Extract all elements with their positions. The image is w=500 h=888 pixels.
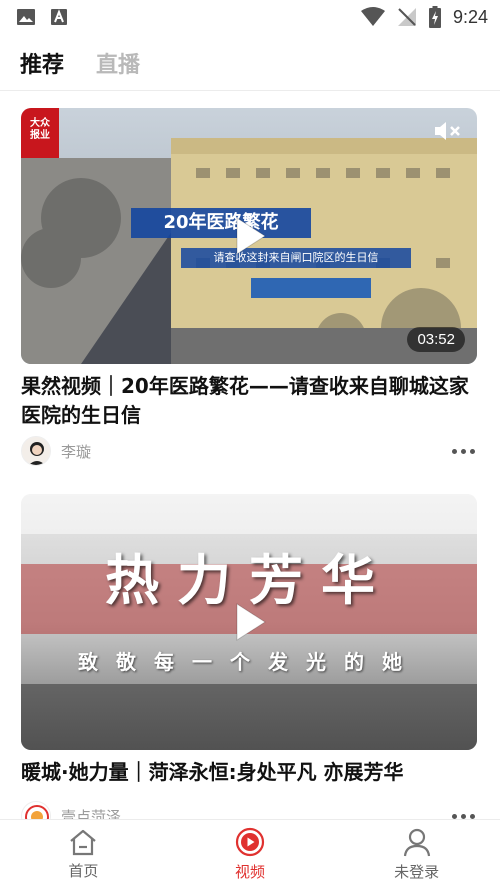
top-tabs: 推荐 直播 xyxy=(0,40,500,90)
video-card[interactable]: 大众报业 20年医路繁花 请查收这封来自闸口院区的生日信 03:52 果然视频｜… xyxy=(0,91,500,471)
wifi-icon xyxy=(360,7,385,27)
video-card[interactable]: 热力芳华 致敬每一个发光的她 暖城·她力量｜菏泽永恒:身处平凡 亦展芳华 壹点菏… xyxy=(0,477,500,819)
play-icon[interactable] xyxy=(225,598,273,646)
video-title[interactable]: 果然视频｜20年医路繁花——请查收来自聊城这家医院的生日信 xyxy=(21,372,481,430)
more-options-icon[interactable] xyxy=(450,808,477,820)
nav-video[interactable]: 视频 xyxy=(167,820,334,888)
mute-icon[interactable] xyxy=(433,120,463,146)
overlay-subtitle: 致敬每一个发光的她 xyxy=(78,650,420,674)
video-thumbnail[interactable]: 热力芳华 致敬每一个发光的她 xyxy=(21,494,477,750)
nav-video-label: 视频 xyxy=(235,862,266,881)
battery-charging-icon xyxy=(428,6,441,28)
video-duration: 03:52 xyxy=(407,327,465,352)
status-bar: 9:24 xyxy=(0,0,500,34)
tab-live[interactable]: 直播 xyxy=(96,47,140,83)
author-name[interactable]: 壹点菏泽 xyxy=(61,806,121,820)
image-icon xyxy=(16,8,36,26)
author-row: 李璇 xyxy=(21,434,477,468)
more-options-icon[interactable] xyxy=(450,443,477,460)
no-signal-icon xyxy=(397,7,417,27)
user-icon xyxy=(402,827,432,857)
author-row: 壹点菏泽 xyxy=(21,799,477,819)
avatar[interactable] xyxy=(21,801,51,819)
avatar[interactable] xyxy=(21,436,51,466)
video-thumbnail[interactable]: 大众报业 20年医路繁花 请查收这封来自闸口院区的生日信 03:52 xyxy=(21,108,477,364)
tab-recommended[interactable]: 推荐 xyxy=(20,47,64,83)
author-name[interactable]: 李璇 xyxy=(61,441,91,462)
bottom-nav: 首页 视频 未登录 xyxy=(0,819,500,888)
home-icon xyxy=(68,828,98,856)
text-a-icon xyxy=(50,8,68,26)
video-play-icon xyxy=(235,827,265,857)
video-title[interactable]: 暖城·她力量｜菏泽永恒:身处平凡 亦展芳华 xyxy=(21,758,481,787)
nav-home-label: 首页 xyxy=(68,861,99,880)
nav-login-label: 未登录 xyxy=(394,862,440,881)
overlay-title: 20年医路繁花 xyxy=(131,208,311,238)
video-feed[interactable]: 大众报业 20年医路繁花 请查收这封来自闸口院区的生日信 03:52 果然视频｜… xyxy=(0,91,500,819)
clock: 9:24 xyxy=(452,6,488,27)
overlay-subtitle: 请查收这封来自闸口院区的生日信 xyxy=(181,248,411,268)
play-icon[interactable] xyxy=(225,212,273,260)
nav-login[interactable]: 未登录 xyxy=(333,820,500,888)
logo: 大众报业 xyxy=(30,118,50,141)
nav-home[interactable]: 首页 xyxy=(0,820,167,888)
